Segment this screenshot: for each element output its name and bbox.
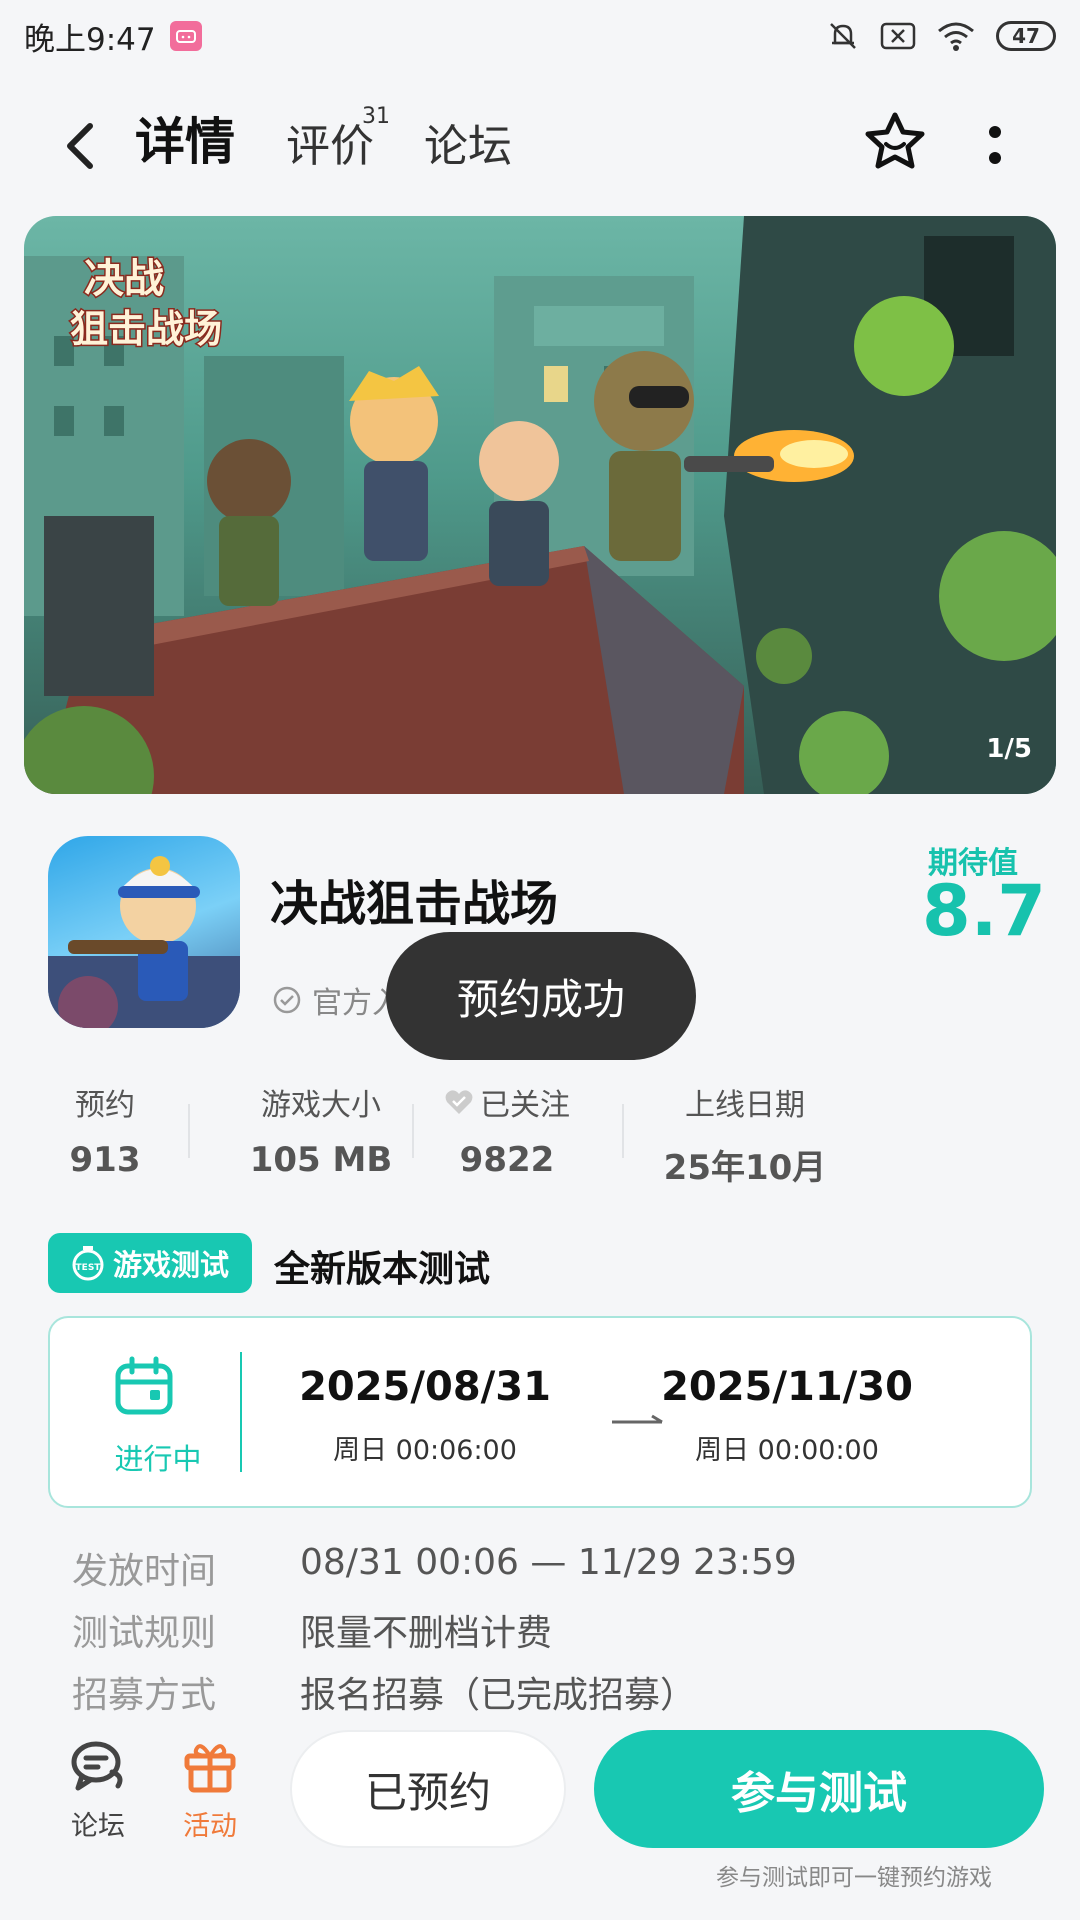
join-test-button[interactable]: 参与测试 [594, 1730, 1044, 1848]
detail-row-test-rules: 测试规则 限量不删档计费 [72, 1604, 552, 1656]
forum-nav-label: 论坛 [71, 1811, 125, 1842]
stat-value: 105 MB [249, 1140, 393, 1180]
heart-check-icon [445, 1090, 473, 1114]
divider [188, 1104, 190, 1158]
battery-indicator: 47 [996, 21, 1056, 51]
stats-row: 预约 913 游戏大小 105 MB 已关注 9822 上线日期 25年10月 [40, 1080, 1040, 1188]
wifi-icon [938, 22, 974, 51]
stat-followers[interactable]: 已关注 9822 [412, 1080, 602, 1180]
check-circle-icon [273, 986, 301, 1014]
test-status: 进行中 [114, 1442, 202, 1476]
expectation-score: 8.7 [922, 870, 1047, 952]
calendar-icon [115, 1356, 173, 1415]
end-date: 2025/11/30 [661, 1364, 913, 1410]
top-nav: 详情 评价 31 论坛 [0, 90, 1080, 200]
sim-off-icon [880, 22, 916, 50]
join-test-label: 参与测试 [731, 1768, 907, 1819]
toast-message: 预约成功 [386, 932, 696, 1060]
reviews-count-badge: 31 [362, 104, 390, 129]
activity-nav-button[interactable]: 活动 [170, 1738, 250, 1843]
svg-text:TEST: TEST [76, 1263, 102, 1273]
detail-key: 招募方式 [72, 1675, 217, 1716]
detail-row-release-time: 发放时间 08/31 00:06 — 11/29 23:59 [72, 1542, 797, 1594]
end-time: 周日 00:00:00 [695, 1435, 879, 1466]
detail-value: 限量不删档计费 [300, 1613, 553, 1654]
stat-value: 913 [69, 1140, 141, 1180]
start-date: 2025/08/31 [299, 1364, 551, 1410]
gift-icon [184, 1744, 236, 1793]
stat-label: 上线日期 [685, 1088, 805, 1123]
tab-reviews[interactable]: 评价 [286, 110, 374, 174]
divider [240, 1352, 242, 1472]
status-bar: 晚上9:47 47 [0, 0, 1080, 72]
detail-key: 测试规则 [72, 1613, 217, 1654]
stat-label: 预约 [75, 1088, 135, 1123]
detail-key: 发放时间 [72, 1551, 217, 1592]
toast-text: 预约成功 [456, 974, 625, 1024]
svg-text:狙击战场: 狙击战场 [70, 307, 222, 351]
back-arrow-icon[interactable] [60, 118, 100, 174]
stat-reservations: 预约 913 [50, 1080, 160, 1180]
stat-value: 25年10月 [663, 1148, 827, 1188]
more-options-icon[interactable] [980, 118, 1010, 174]
activity-nav-label: 活动 [183, 1811, 237, 1842]
stat-game-size: 游戏大小 105 MB [226, 1080, 416, 1180]
battery-level: 47 [1012, 24, 1040, 48]
tab-details[interactable]: 详情 [135, 102, 235, 174]
reserved-label: 已预约 [364, 1767, 491, 1817]
mute-bell-icon [830, 23, 856, 49]
stat-label: 已关注 [480, 1088, 570, 1123]
join-test-hint: 参与测试即可一键预约游戏 [716, 1865, 992, 1891]
start-time: 周日 00:06:00 [333, 1435, 517, 1466]
detail-value: 报名招募（已完成招募） [300, 1675, 697, 1716]
svg-text:决战: 决战 [84, 256, 164, 302]
stat-value: 9822 [459, 1140, 555, 1180]
end-date-block: 2025/11/30 周日 00:00:00 [657, 1364, 917, 1467]
start-date-block: 2025/08/31 周日 00:06:00 [295, 1364, 555, 1467]
divider [622, 1104, 624, 1158]
test-title: 全新版本测试 [274, 1249, 491, 1290]
favorite-star-icon[interactable] [862, 110, 928, 176]
app-title: 决战狙击战场 [270, 876, 559, 932]
bottom-action-bar: 论坛 活动 已预约 参与测试 参与测试即可一键预约游戏 [0, 1718, 1080, 1920]
status-time: 晚上9:47 [24, 21, 156, 58]
stat-release-date: 上线日期 25年10月 [650, 1080, 840, 1189]
reserved-button[interactable]: 已预约 [290, 1730, 566, 1848]
test-timer-icon: TEST [72, 1246, 104, 1281]
detail-row-recruit-method: 招募方式 报名招募（已完成招募） [72, 1666, 696, 1718]
detail-value: 08/31 00:06 — 11/29 23:59 [300, 1542, 797, 1583]
screenshot-carousel[interactable]: 决战 狙击战场 1/5 [24, 216, 1056, 794]
tab-forum[interactable]: 论坛 [424, 110, 512, 174]
bilibili-app-icon [169, 21, 202, 51]
game-logo: 决战 狙击战场 [69, 255, 224, 353]
game-test-tag: TEST 游戏测试 [48, 1233, 252, 1293]
stat-label: 游戏大小 [261, 1088, 381, 1123]
test-schedule-card: 进行中 2025/08/31 周日 00:06:00 2025/11/30 周日… [48, 1316, 1032, 1508]
forum-chat-icon [71, 1741, 123, 1791]
carousel-counter: 1/5 [986, 734, 1032, 764]
forum-nav-button[interactable]: 论坛 [58, 1738, 138, 1843]
app-icon [48, 836, 240, 1028]
test-tag-label: 游戏测试 [112, 1248, 229, 1282]
